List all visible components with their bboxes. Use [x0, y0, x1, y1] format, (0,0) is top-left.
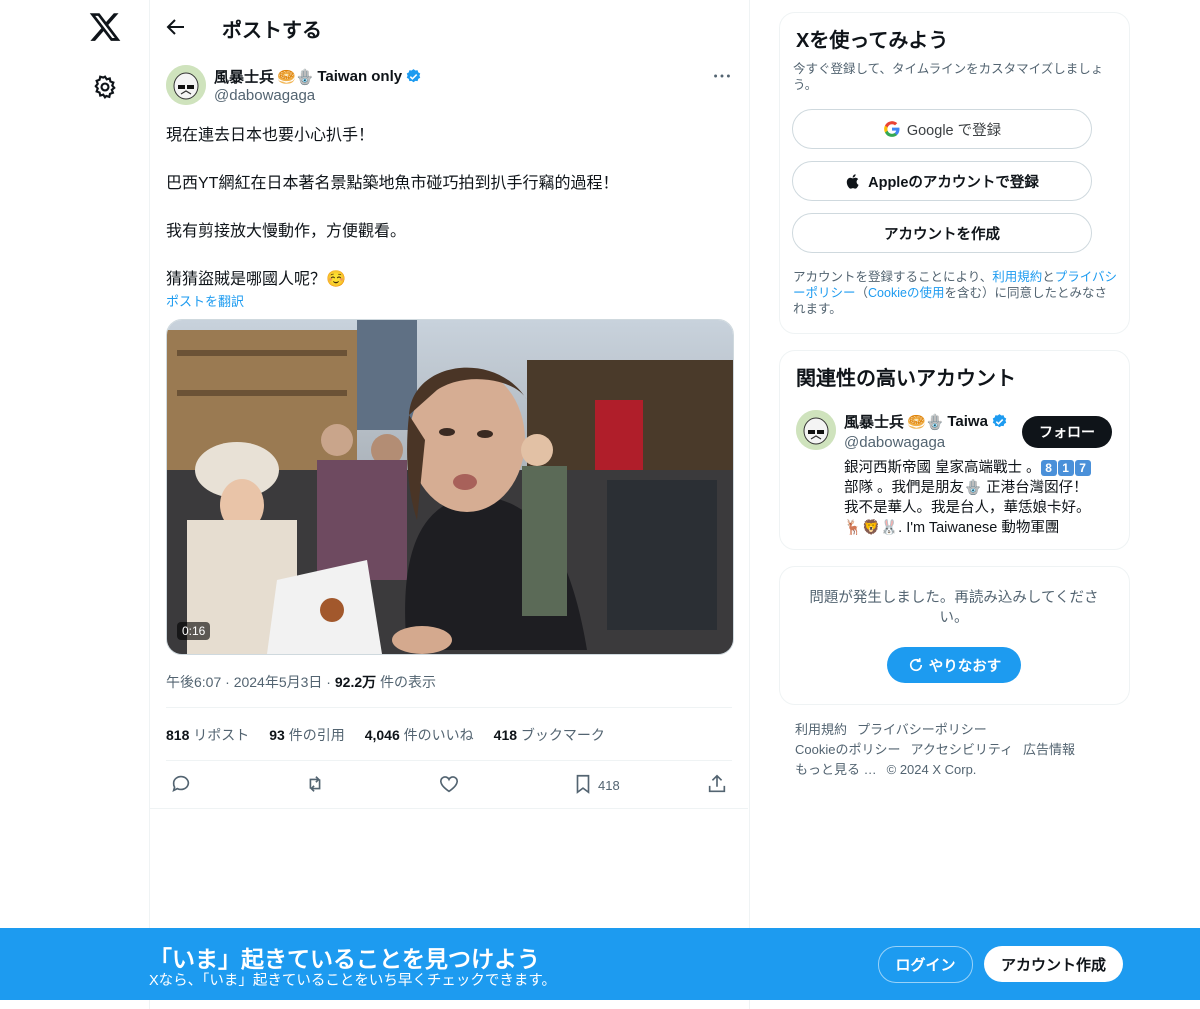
signup-subtitle: 今すぐ登録して、タイムラインをカスタマイズしましょう。: [793, 62, 1104, 92]
related-emojis: 🥯🪬: [907, 413, 945, 431]
error-card: [779, 566, 1130, 705]
apple-signup-label: Appleのアカウントで登録: [868, 174, 1039, 191]
refresh-icon: [907, 656, 925, 674]
translate-link[interactable]: ポストを翻訳: [166, 291, 244, 310]
back-arrow-icon[interactable]: [164, 15, 188, 39]
repost-count: 818: [166, 727, 190, 743]
more-options-icon[interactable]: [710, 65, 734, 87]
footer-link-privacy[interactable]: プライバシーポリシー: [857, 722, 987, 737]
video-thumbnail: [167, 320, 733, 654]
related-title: 関連性の高いアカウント: [796, 368, 1016, 390]
post-text-line: 猜猜盜賊是哪國人呢？☺️: [166, 271, 346, 288]
like-icon[interactable]: [438, 773, 460, 795]
x-logo-icon[interactable]: [88, 10, 122, 44]
apple-logo-icon: [845, 173, 862, 190]
post-time[interactable]: 午後6:07: [166, 674, 221, 690]
banner-signup-button[interactable]: アカウント作成: [984, 946, 1123, 982]
footer-link-accessibility[interactable]: アクセシビリティ: [910, 742, 1013, 757]
post-meta: 午後6:07 · 2024年5月3日 · 92.2万 件の表示: [166, 674, 437, 690]
related-name-text: 風暴士兵: [844, 414, 905, 431]
banner-subtitle: Xなら、「いま」起きていることをいち早くチェックできます。: [149, 973, 556, 989]
keycap: 8: [1040, 460, 1057, 476]
quote-count: 93: [269, 727, 285, 743]
verified-badge-icon: [405, 68, 422, 85]
author-name-text: 風暴士兵: [214, 69, 275, 86]
quote-label: 件の引用: [288, 727, 345, 743]
terms-text: アカウントを登録することにより、: [793, 270, 993, 284]
divider: [166, 707, 732, 708]
related-bio: 銀河西斯帝國 皇家高端戰士 。 8 1 7 部隊 。我們是朋友🪬 正港台灣囡仔！ 我不…: [844, 458, 1114, 538]
repost-label: リポスト: [193, 727, 250, 743]
post-text-line: 巴西YT網紅在日本著名景點築地魚市碰巧拍到扒手行竊的過程！: [166, 175, 619, 192]
divider: [150, 808, 748, 809]
google-signup-label: Google で登録: [906, 122, 1002, 139]
author-emojis: 🥯🪬: [277, 68, 315, 86]
footer-link-more[interactable]: もっと見る …: [795, 762, 877, 777]
author-handle: @dabowagaga: [214, 87, 316, 104]
post-stats: 818 リポスト 93 件の引用 4,046 件のいいね 418 ブックマーク: [166, 725, 605, 745]
login-button[interactable]: ログイン: [878, 946, 973, 983]
divider: [166, 760, 732, 761]
bio-line: 🦌🦁🐰. I'm Taiwanese 動物軍團: [844, 520, 1060, 536]
like-count: 4,046: [364, 727, 400, 743]
follow-button[interactable]: フォロー: [1022, 416, 1112, 448]
gear-icon[interactable]: [92, 74, 118, 100]
related-handle: @dabowagaga: [844, 434, 946, 451]
keycap: 1: [1057, 460, 1074, 476]
like-label: 件のいいね: [403, 727, 474, 743]
video-player[interactable]: [166, 319, 734, 655]
signup-terms: アカウントを登録することにより、利用規約とプライバシーポリシー（Cookieの使…: [793, 269, 1118, 317]
footer-link-ads[interactable]: 広告情報: [1023, 742, 1075, 757]
terms-link[interactable]: 利用規約: [992, 270, 1042, 284]
signup-title: Xを使ってみよう: [796, 30, 949, 52]
bio-text: 銀河西斯帝國 皇家高端戰士 。: [844, 460, 1041, 476]
bio-line: 我不是華人。我是台人，華恁娘卡好。: [844, 500, 1091, 516]
author-name[interactable]: 風暴士兵 🥯🪬 Taiwan only: [214, 66, 422, 87]
page-title: ポストする: [222, 20, 322, 42]
bookmark-count: 418: [598, 778, 620, 793]
repost-icon[interactable]: [304, 773, 326, 795]
video-duration: 0:16: [177, 622, 211, 640]
related-name[interactable]: 風暴士兵 🥯🪬 Taiwa: [844, 411, 1016, 432]
apple-signup-button[interactable]: Appleのアカウントで登録: [792, 161, 1092, 201]
terms-text: （: [855, 286, 869, 300]
google-logo-icon: [883, 120, 901, 138]
cookie-use-link[interactable]: Cookieの使用: [868, 286, 944, 300]
repost-stat[interactable]: 818 リポスト: [166, 725, 249, 745]
bookmark-stat-count: 418: [493, 727, 518, 743]
avatar[interactable]: [166, 65, 206, 105]
footer-copyright: © 2024 X Corp.: [886, 762, 977, 777]
error-message: 問題が発生しました。再読み込みしてください。: [809, 590, 1099, 626]
verified-badge-icon: [991, 413, 1008, 430]
retry-button[interactable]: やりなおす: [887, 647, 1021, 683]
views-label: 件の表示: [380, 674, 437, 690]
bookmark-icon[interactable]: [572, 773, 594, 795]
retry-label: やりなおす: [928, 658, 1002, 675]
bookmark-label: ブックマーク: [520, 727, 605, 743]
bookmark-stat[interactable]: 418 ブックマーク: [494, 725, 605, 745]
footer-link-terms[interactable]: 利用規約: [795, 722, 847, 737]
terms-text: と: [1042, 270, 1055, 284]
like-stat[interactable]: 4,046 件のいいね: [365, 725, 474, 745]
footer-link-cookie[interactable]: Cookieのポリシー: [795, 742, 900, 757]
create-account-button[interactable]: アカウントを作成: [792, 213, 1092, 253]
footer-links: 利用規約 プライバシーポリシー Cookieのポリシー アクセシビリティ 広告情報 も…: [795, 720, 1115, 780]
share-icon[interactable]: [706, 773, 728, 795]
keycap: 7: [1074, 460, 1091, 476]
related-avatar[interactable]: [796, 410, 836, 450]
post-date[interactable]: 2024年5月3日: [234, 674, 323, 690]
bio-line: 銀河西斯帝國 皇家高端戰士 。 8 1 7: [844, 458, 1114, 478]
related-name-suffix: Taiwa: [947, 413, 988, 430]
views-count: 92.2万: [334, 674, 377, 690]
bio-line: 部隊 。我們是朋友🪬 正港台灣囡仔！: [844, 480, 1088, 496]
author-name-suffix: Taiwan only: [317, 68, 403, 85]
quote-stat[interactable]: 93 件の引用: [269, 725, 344, 745]
post-text-line: 現在連去日本也要小心扒手！: [166, 127, 375, 144]
reply-icon[interactable]: [170, 773, 192, 795]
google-signup-button[interactable]: Google で登録: [792, 109, 1092, 149]
post-text-line: 我有剪接放大慢動作，方便觀看。: [166, 223, 407, 240]
